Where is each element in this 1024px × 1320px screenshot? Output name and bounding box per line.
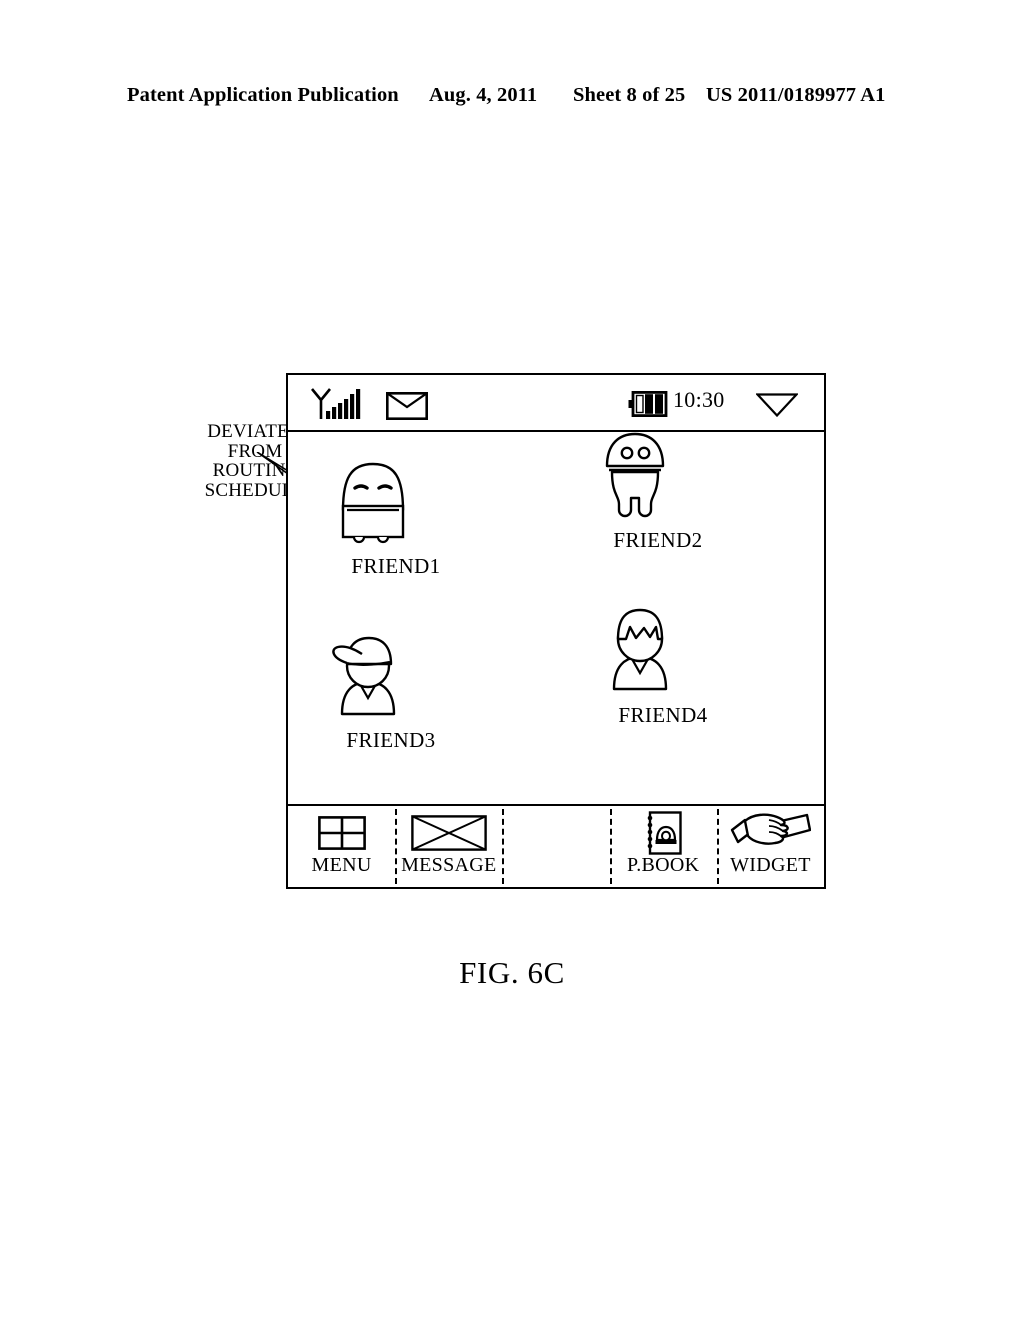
patent-sheet-label: Sheet 8 of 25 bbox=[573, 84, 686, 106]
phone-device: 10:30 FRIEND1 FRIEND2 FRIEND3 FRIEND4 ME… bbox=[286, 373, 826, 889]
dome-head-robot-avatar-icon[interactable] bbox=[583, 422, 733, 526]
patent-number-label: US 2011/0189977 A1 bbox=[706, 84, 886, 106]
patent-publication-label: Patent Application Publication bbox=[127, 84, 399, 106]
toolbar-item-message[interactable]: MESSAGE bbox=[395, 806, 502, 887]
envelope-icon[interactable] bbox=[410, 812, 487, 854]
friend-label-1: FRIEND1 bbox=[351, 554, 441, 578]
toolbar-label-message: MESSAGE bbox=[401, 854, 497, 876]
toolbar-item-empty[interactable] bbox=[502, 806, 609, 887]
patent-date-label: Aug. 4, 2011 bbox=[429, 84, 538, 106]
person-with-bangs-avatar-icon[interactable] bbox=[588, 597, 738, 701]
friend-item-3[interactable]: FRIEND3 bbox=[316, 622, 466, 753]
toolbar-item-pbook[interactable]: P.BOOK bbox=[609, 806, 717, 887]
sleeping-robot-avatar-icon[interactable] bbox=[321, 448, 471, 552]
friend-label-3: FRIEND3 bbox=[346, 728, 436, 752]
person-with-cap-avatar-icon[interactable] bbox=[316, 622, 466, 726]
friend-item-2[interactable]: FRIEND2 bbox=[583, 422, 733, 553]
friend-item-1[interactable]: FRIEND1 bbox=[321, 448, 471, 579]
bottom-toolbar: MENU MESSAGE P.BOOK WIDGET bbox=[288, 804, 824, 887]
patent-header: Patent Application Publication Aug. 4, 2… bbox=[0, 84, 1024, 114]
friend-label-2: FRIEND2 bbox=[613, 528, 703, 552]
triangle-down-icon[interactable] bbox=[756, 393, 798, 417]
status-bar: 10:30 bbox=[288, 375, 824, 432]
toolbar-item-widget[interactable]: WIDGET bbox=[716, 806, 824, 887]
friend-label-4: FRIEND4 bbox=[618, 703, 708, 727]
toolbar-label-pbook: P.BOOK bbox=[627, 854, 700, 876]
grid-four-squares-icon[interactable] bbox=[317, 812, 366, 854]
friend-grid: FRIEND1 FRIEND2 FRIEND3 FRIEND4 bbox=[288, 432, 824, 803]
toolbar-label-menu: MENU bbox=[311, 854, 372, 876]
status-bar-time: 10:30 bbox=[673, 387, 725, 412]
battery-icon bbox=[628, 391, 668, 417]
phone-book-icon[interactable] bbox=[644, 811, 682, 855]
hand-drag-icon[interactable] bbox=[729, 812, 812, 854]
toolbar-label-widget: WIDGET bbox=[730, 854, 811, 876]
signal-bars-icon bbox=[310, 387, 366, 421]
figure-caption: FIG. 6C bbox=[459, 955, 565, 990]
envelope-icon bbox=[386, 392, 428, 420]
toolbar-item-menu[interactable]: MENU bbox=[288, 806, 395, 887]
friend-item-4[interactable]: FRIEND4 bbox=[588, 597, 738, 728]
